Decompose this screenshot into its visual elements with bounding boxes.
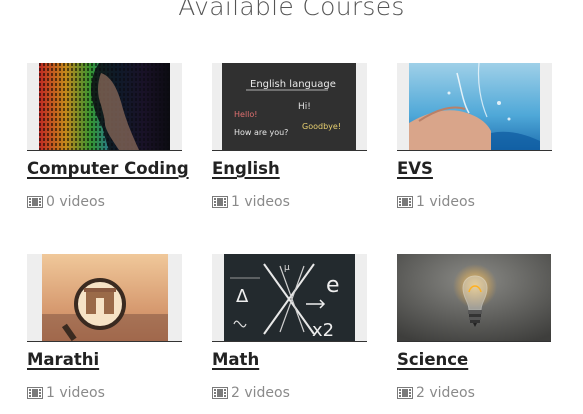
film-icon [27,387,43,399]
film-icon [397,387,413,399]
course-title[interactable]: English [212,159,280,178]
chalk-hi: Hi! [298,102,311,112]
courses-page: Available Courses Computer Coding 0 vide… [0,0,583,414]
course-title[interactable]: Computer Coding [27,159,189,178]
chalk-hello: Hello! [234,110,257,119]
gateway-lens-image [42,254,168,341]
chalk-heading: English language [250,79,336,90]
course-thumbnail[interactable] [397,63,552,151]
video-count: 1 videos [27,385,185,401]
course-thumbnail[interactable] [27,254,182,342]
video-count-label: 0 videos [46,194,105,210]
course-title[interactable]: EVS [397,159,433,178]
film-icon [27,196,43,208]
chalk-goodbye: Goodbye! [302,122,341,131]
course-title[interactable]: Science [397,350,468,369]
water-hands-image [409,63,540,150]
video-count-label: 1 videos [46,385,105,401]
chalk-mu: μ [284,263,290,273]
course-thumbnail[interactable] [397,254,551,342]
course-card-computer-coding[interactable]: Computer Coding 0 videos [27,63,189,210]
course-card-marathi[interactable]: Marathi 1 videos [27,254,185,401]
video-count-label: 2 videos [416,385,475,401]
course-card-science[interactable]: Science 2 videos [397,254,555,401]
course-thumbnail[interactable]: Δ e x2 μ [212,254,367,342]
course-card-evs[interactable]: EVS 1 videos [397,63,555,210]
video-count-label: 2 videos [231,385,290,401]
page-title: Available Courses [178,0,405,21]
chalk-delta: Δ [236,286,249,307]
course-card-math[interactable]: Δ e x2 μ Math 2 videos [212,254,370,401]
film-icon [212,387,228,399]
video-count: 2 videos [397,385,555,401]
video-count: 1 videos [212,194,370,210]
course-title[interactable]: Marathi [27,350,99,369]
light-bulb-image [397,254,551,341]
course-card-english[interactable]: English language Hi! Hello! How are you?… [212,63,370,210]
course-thumbnail[interactable] [27,63,182,151]
chalk-e: e [326,273,340,298]
film-icon [212,196,228,208]
course-title[interactable]: Math [212,350,259,369]
course-thumbnail[interactable]: English language Hi! Hello! How are you?… [212,63,367,151]
video-count-label: 1 videos [416,194,475,210]
video-count: 0 videos [27,194,185,210]
video-count: 2 videos [212,385,370,401]
chalk-x2: x2 [312,320,334,341]
coding-image [39,63,170,150]
film-icon [397,196,413,208]
math-chalkboard-image: Δ e x2 μ [224,254,355,341]
chalkboard-image: English language Hi! Hello! How are you?… [222,63,356,150]
video-count: 1 videos [397,194,555,210]
video-count-label: 1 videos [231,194,290,210]
chalk-how: How are you? [234,128,288,137]
